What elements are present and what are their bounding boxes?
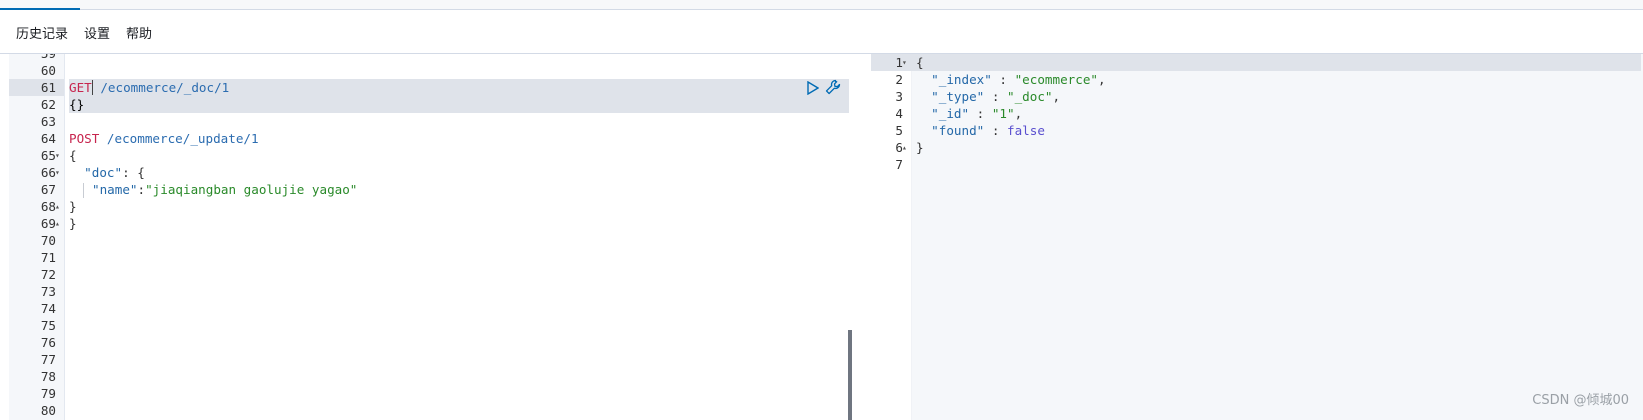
line-number: 78 — [40, 369, 56, 384]
code-line-active: { — [911, 54, 1641, 71]
fold-up-icon[interactable]: ▴ — [902, 139, 912, 156]
response-gutter: 1 ▾ 2 3 4 5 6 ▴ 7 — [871, 54, 912, 420]
line-number-foldable: 66 ▾ — [9, 164, 64, 181]
play-icon[interactable] — [807, 80, 820, 99]
response-code: { "_index" : "ecommerce", "_type" : "_do… — [911, 54, 1641, 173]
line-number: 76 — [40, 335, 56, 350]
line-number: 59 — [9, 54, 64, 62]
code-line: } — [69, 216, 77, 231]
menu-history[interactable]: 历史记录 — [16, 25, 68, 45]
line-number: 63 — [40, 114, 56, 129]
code-line: } — [69, 199, 77, 214]
pane-resizer[interactable] — [859, 54, 871, 420]
line-number: 64 — [40, 131, 56, 146]
line-number: 77 — [40, 352, 56, 367]
menu-settings[interactable]: 设置 — [84, 25, 110, 45]
code-line: { — [69, 148, 77, 163]
watermark: CSDN @倾城00 — [1532, 393, 1629, 408]
line-number-foldable: 1 ▾ — [871, 54, 911, 71]
line-number: 7 — [895, 157, 903, 172]
code-line: POST /ecommerce/_update/1 — [69, 131, 259, 146]
code-line: } — [916, 140, 924, 155]
request-gutter: 59 60 61 62 63 64 65▾ 66▾ 67 68▴ 69▴ 70 … — [9, 54, 65, 420]
request-code[interactable]: GET /ecommerce/_doc/1 {} POST /ecommerce… — [69, 54, 849, 232]
fold-up-icon[interactable]: ▴ — [55, 198, 65, 215]
console-menu: 历史记录 设置 帮助 — [16, 25, 168, 45]
line-number: 67 — [40, 182, 56, 197]
fold-up-icon[interactable]: ▴ — [55, 215, 65, 232]
menu-help[interactable]: 帮助 — [126, 25, 152, 45]
top-tab-strip — [0, 0, 1643, 10]
code-line: "name":"jiaqiangban gaolujie yagao" — [69, 181, 849, 198]
request-actions — [807, 79, 841, 99]
line-number: 62 — [40, 97, 56, 112]
request-scrollbar[interactable] — [848, 330, 852, 420]
line-number: 4 — [895, 106, 903, 121]
request-editor[interactable]: 59 60 61 62 63 64 65▾ 66▾ 67 68▴ 69▴ 70 … — [9, 54, 859, 420]
code-line: "_index" : "ecommerce", — [916, 72, 1106, 87]
line-number: 71 — [40, 250, 56, 265]
line-number-foldable: 6 ▴ — [871, 139, 911, 156]
line-number: 80 — [40, 403, 56, 418]
line-number-foldable: 65 ▾ — [9, 147, 64, 164]
line-number: 61 — [9, 79, 64, 96]
response-viewer[interactable]: 1 ▾ 2 3 4 5 6 ▴ 7 { "_index" : "ecommerce"… — [871, 54, 1643, 420]
fold-down-icon[interactable]: ▾ — [55, 164, 65, 181]
code-line: "_type" : "_doc", — [916, 89, 1061, 104]
line-number: 75 — [40, 318, 56, 333]
wrench-icon[interactable] — [825, 79, 841, 99]
code-line-active: GET /ecommerce/_doc/1 — [69, 79, 849, 96]
active-tab-indicator — [0, 8, 80, 10]
fold-down-icon[interactable]: ▾ — [55, 147, 65, 164]
code-line: "_id" : "1", — [916, 106, 1023, 121]
line-number: 74 — [40, 301, 56, 316]
code-line: "found" : false — [916, 123, 1045, 138]
line-number-foldable: 69 ▴ — [9, 215, 64, 232]
line-number: 5 — [895, 123, 903, 138]
line-number: 70 — [40, 233, 56, 248]
line-number: 2 — [895, 72, 903, 87]
code-line: {} — [69, 96, 849, 113]
code-line: "doc": { — [69, 165, 145, 180]
line-number: 79 — [40, 386, 56, 401]
line-number: 73 — [40, 284, 56, 299]
line-number-foldable: 68 ▴ — [9, 198, 64, 215]
line-number: 3 — [895, 89, 903, 104]
line-number: 60 — [40, 63, 56, 78]
line-number: 72 — [40, 267, 56, 282]
